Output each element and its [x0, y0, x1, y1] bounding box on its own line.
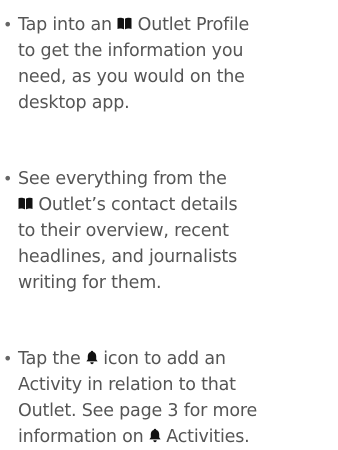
bullet-item: • Tap into an Outlet Profile to get the in…: [0, 12, 338, 116]
text-segment: Outlet. See page 3 for more: [18, 401, 258, 421]
text-line: Activity in relation to that: [18, 372, 336, 398]
bullet-item: • See everything from the Outlet’s contac…: [0, 166, 338, 296]
text-segment: writing for them.: [18, 273, 162, 293]
text-line: Outlet. See page 3 for more: [18, 398, 336, 424]
book-icon: [18, 197, 33, 210]
text-segment: Activities.: [160, 427, 250, 447]
text-line: to their overview, recent: [18, 218, 336, 244]
bullet-text: See everything from the Outlet’s contact…: [18, 166, 336, 296]
book-icon: [117, 17, 132, 30]
text-segment: See everything from the: [18, 169, 227, 189]
text-segment: Tap the: [18, 349, 86, 369]
text-line: information on Activities.: [18, 424, 336, 450]
bullet-dot: •: [3, 349, 13, 368]
text-line: to get the information you: [18, 38, 336, 64]
text-line: Tap into an Outlet Profile: [18, 12, 336, 38]
text-segment: Tap into an: [18, 15, 118, 35]
bullet-item: • Tap the icon to add an Activity in relat…: [0, 346, 338, 450]
text-line: desktop app.: [18, 90, 336, 116]
bullet-text: Tap the icon to add an Activity in relati…: [18, 346, 336, 450]
text-line: Outlet’s contact details: [18, 192, 336, 218]
text-segment: Outlet Profile: [132, 15, 250, 35]
text-segment: to get the information you: [18, 41, 244, 61]
text-segment: Activity in relation to that: [18, 375, 236, 395]
instructions-panel: • Tap into an Outlet Profile to get the in…: [0, 0, 338, 447]
bell-icon: [86, 350, 98, 365]
bullet-text: Tap into an Outlet Profile to get the inf…: [18, 12, 336, 116]
text-segment: Outlet’s contact details: [33, 195, 238, 215]
text-segment: desktop app.: [18, 93, 130, 113]
text-line: Tap the icon to add an: [18, 346, 336, 372]
text-line: See everything from the: [18, 166, 336, 192]
text-segment: headlines, and journalists: [18, 247, 237, 267]
bullet-dot: •: [3, 169, 13, 188]
text-line: writing for them.: [18, 270, 336, 296]
text-segment: need, as you would on the: [18, 67, 245, 87]
text-line: headlines, and journalists: [18, 244, 336, 270]
text-segment: to their overview, recent: [18, 221, 229, 241]
bullet-dot: •: [3, 15, 13, 34]
bell-icon: [149, 428, 161, 443]
text-line: need, as you would on the: [18, 64, 336, 90]
text-segment: information on: [18, 427, 149, 447]
text-segment: icon to add an: [97, 349, 226, 369]
